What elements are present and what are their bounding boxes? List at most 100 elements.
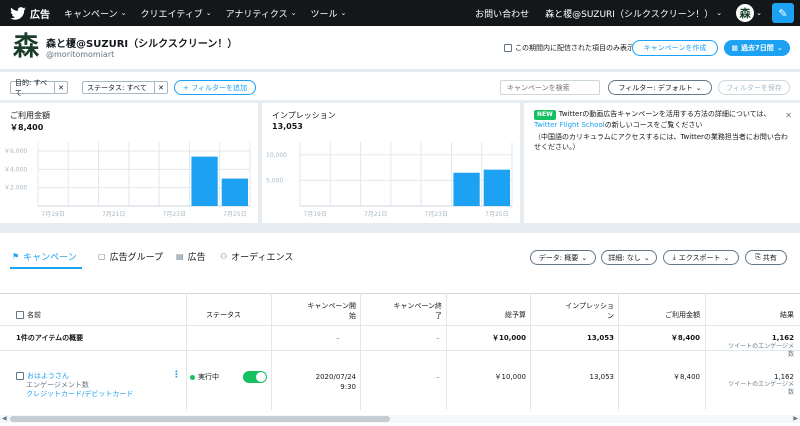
more-options-icon[interactable]: ⋮ — [172, 370, 181, 380]
news-text: NEW Twitterの動画広告キャンペーンを活用する方法の詳細については、 Twi… — [534, 109, 792, 152]
column-header-name[interactable]: 名前 — [16, 310, 41, 320]
news-panel: NEW Twitterの動画広告キャンペーンを活用する方法の詳細については、 Twi… — [524, 103, 800, 223]
data-view-label: データ: 概要 — [538, 253, 579, 262]
nav-creatives[interactable]: クリエイティブ ⌄ — [140, 7, 211, 20]
chevron-down-icon: ⌄ — [723, 253, 730, 262]
bar — [221, 178, 248, 206]
column-header-results[interactable]: 結果 — [760, 310, 794, 320]
filter-default-dropdown[interactable]: フィルター: デフォルト ⌄ — [608, 80, 712, 95]
select-all-checkbox[interactable] — [16, 311, 24, 319]
nav-campaigns[interactable]: キャンペーン ⌄ — [64, 7, 126, 20]
column-header-end[interactable]: キャンペーン終了 — [388, 301, 442, 321]
compose-tweet-button[interactable]: ✎ — [772, 3, 794, 23]
chevron-down-icon: ⌄ — [340, 9, 347, 17]
chevron-down-icon: ⌄ — [290, 9, 297, 17]
section-divider — [0, 224, 800, 233]
ads-logo[interactable]: 広告 — [10, 6, 50, 21]
tab-ads[interactable]: ▤ 広告 — [176, 250, 206, 263]
campaign-toggle[interactable] — [243, 371, 267, 383]
only-delivered-label: この期間内に配信された項目のみ表示 — [515, 44, 634, 52]
chevron-down-icon: ⌄ — [716, 9, 723, 17]
user-avatar[interactable]: 森 — [736, 4, 755, 22]
news-text-1: Twitterの動画広告キャンペーンを活用する方法の詳細については、 — [558, 110, 771, 118]
share-label: 共有 — [762, 253, 777, 262]
summary-results: 1,162 — [771, 334, 794, 342]
tab-campaigns[interactable]: ⚑ キャンペーン — [12, 250, 77, 263]
calendar-icon: ▦ — [731, 44, 738, 52]
scroll-right-icon[interactable]: ▶ — [793, 415, 798, 422]
column-header-status[interactable]: ステータス — [206, 310, 241, 320]
column-header-budget[interactable]: 総予算 — [490, 310, 526, 320]
close-icon[interactable]: ✕ — [785, 111, 792, 120]
nav-account-switcher[interactable]: 森と榎@SUZURI（シルクスクリーン！） ⌄ — [545, 7, 722, 20]
tab-audiences[interactable]: ⚇ オーディエンス — [220, 250, 293, 263]
tab-campaigns-label: キャンペーン — [23, 253, 77, 263]
toggle-knob — [256, 372, 266, 382]
bar — [483, 169, 510, 206]
nav-analytics[interactable]: アナリティクス ⌄ — [226, 7, 297, 20]
active-tab-indicator — [10, 267, 82, 269]
audience-icon: ⚇ — [220, 252, 228, 261]
filter-chip-status[interactable]: ステータス: すべて ✕ — [82, 81, 168, 94]
spend-label: ご利用金額 — [10, 111, 50, 120]
payment-method-link[interactable]: クレジットカード/デビットカード — [26, 389, 133, 399]
nav-tools[interactable]: ツール ⌄ — [310, 7, 346, 20]
campaign-search-input[interactable] — [500, 80, 600, 95]
nav-tools-label: ツール — [310, 9, 338, 20]
column-header-spend[interactable]: ご利用金額 — [650, 310, 700, 320]
spend-value: ￥8,400 — [10, 123, 44, 132]
date-range-label: 過去7日間 — [740, 44, 774, 52]
row-checkbox[interactable] — [16, 372, 24, 380]
campaign-results-sub-line2: 数 — [787, 389, 794, 396]
x-tick-label: 7月23日 — [163, 211, 186, 218]
export-label: エクスポート — [678, 253, 721, 262]
create-campaign-button[interactable]: キャンペーンを作成 — [632, 40, 718, 56]
campaign-spend: ￥8,400 — [672, 373, 700, 381]
x-tick-label: 7月23日 — [425, 211, 448, 218]
export-button[interactable]: ⤓ エクスポート ⌄ — [663, 250, 739, 265]
y-tick-label: ￥2,000 — [4, 185, 27, 192]
horizontal-scrollbar[interactable]: ◀ ▶ — [0, 415, 800, 423]
tab-ad-groups-label: 広告グループ — [109, 253, 164, 263]
summary-end: – — [436, 334, 440, 342]
flight-school-link[interactable]: Twitter Flight School — [534, 121, 605, 129]
start-header-line1: キャンペーン開 — [307, 302, 356, 310]
bar — [191, 156, 218, 206]
column-divider — [271, 293, 272, 410]
checkbox-icon[interactable] — [504, 44, 512, 52]
data-view-dropdown[interactable]: データ: 概要 ⌄ — [530, 250, 596, 265]
scroll-left-icon[interactable]: ◀ — [2, 415, 7, 422]
scrollbar-thumb[interactable] — [10, 416, 390, 422]
detail-dropdown[interactable]: 詳細: なし ⌄ — [601, 250, 657, 265]
nav-campaigns-label: キャンペーン — [64, 9, 118, 20]
close-icon[interactable]: ✕ — [154, 82, 167, 93]
column-header-start[interactable]: キャンペーン開始 — [302, 301, 356, 321]
close-icon[interactable]: ✕ — [54, 82, 67, 93]
column-divider — [186, 293, 187, 410]
nav-account-label: 森と榎@SUZURI（シルクスクリーン！） — [545, 9, 714, 20]
share-button[interactable]: ⎘ 共有 — [745, 250, 787, 265]
add-filter-button[interactable]: + フィルターを追加 — [174, 80, 256, 95]
x-tick-label: 7月25日 — [223, 211, 246, 218]
filter-chip-label: 目的: すべて — [15, 78, 48, 97]
only-delivered-checkbox[interactable]: この期間内に配信された項目のみ表示 — [504, 43, 634, 53]
table-top-border — [0, 293, 800, 294]
chevron-down-icon[interactable]: ⌄ — [756, 9, 762, 17]
x-tick-label: 7月21日 — [102, 211, 125, 218]
x-tick-label: 7月21日 — [364, 211, 387, 218]
column-divider — [530, 293, 531, 410]
status-label: 実行中 — [198, 373, 219, 381]
new-badge: NEW — [534, 110, 556, 120]
x-tick-label: 7月19日 — [41, 211, 64, 218]
summary-divider — [0, 350, 800, 351]
ad-icon: ▤ — [176, 252, 184, 261]
column-header-impressions[interactable]: インプレッション — [560, 301, 614, 321]
header-divider — [0, 325, 800, 326]
date-range-button[interactable]: ▦ 過去7日間 ⌄ — [724, 40, 790, 56]
tab-ad-groups[interactable]: ▢ 広告グループ — [98, 250, 163, 263]
chevron-down-icon: ⌄ — [776, 44, 783, 52]
impressions-chart: 10,000 5,000 7月19日 7月21日 7月23日 7月25日 — [266, 142, 513, 218]
save-filter-button[interactable]: フィルターを保存 — [718, 80, 790, 95]
nav-contact[interactable]: お問い合わせ — [475, 7, 529, 20]
filter-chip-objective[interactable]: 目的: すべて ✕ — [10, 79, 68, 97]
